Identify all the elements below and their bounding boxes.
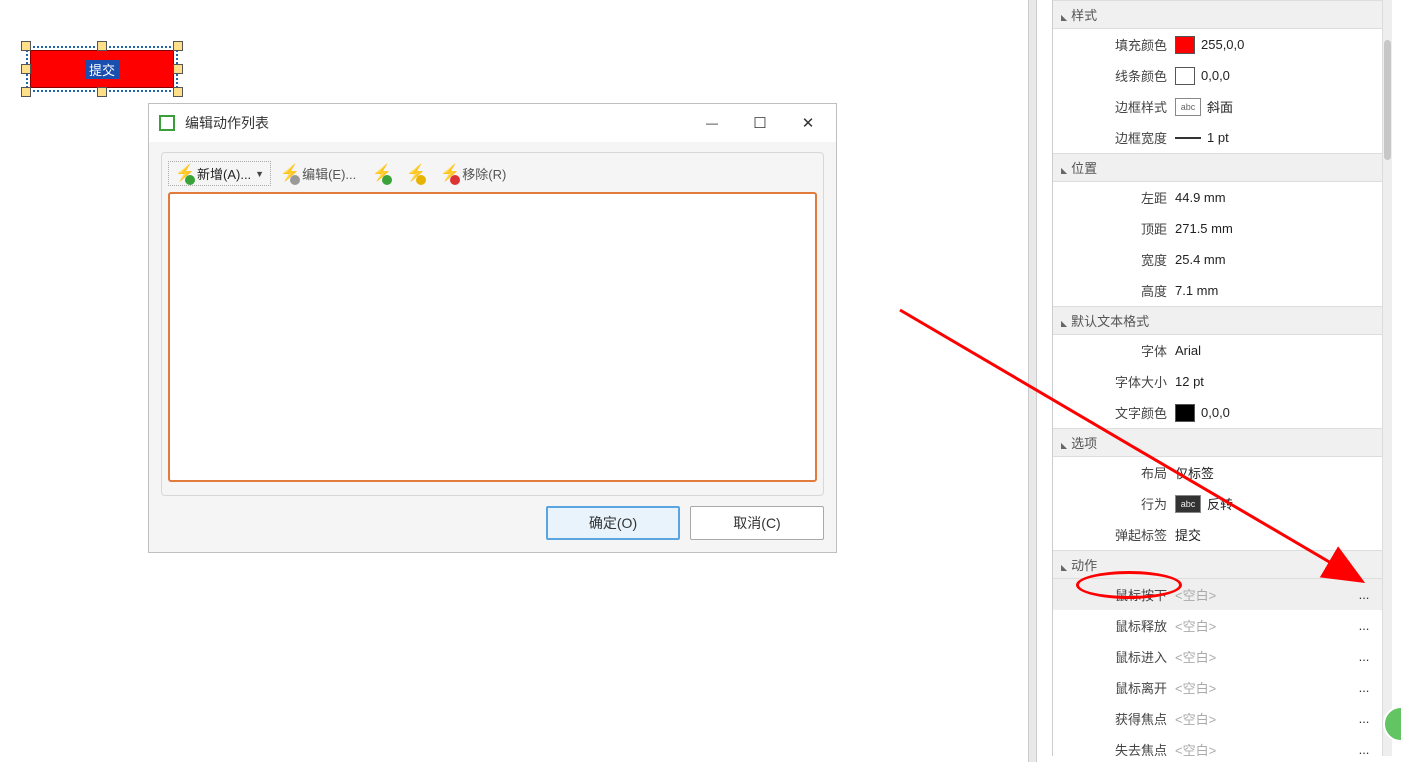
remove-action-button[interactable]: 移除(R)	[433, 161, 513, 186]
resize-handle-mr[interactable]	[173, 64, 183, 74]
bolt-down-icon	[406, 165, 424, 183]
bolt-add-icon	[175, 165, 193, 183]
prop-mousein[interactable]: 鼠标进入 <空白> ...	[1053, 641, 1392, 672]
resize-handle-br[interactable]	[173, 87, 183, 97]
prop-mouseup[interactable]: 鼠标释放 <空白> ...	[1053, 610, 1392, 641]
prop-focus[interactable]: 获得焦点 <空白> ...	[1053, 703, 1392, 734]
prop-up-label[interactable]: 弹起标签 提交	[1053, 519, 1392, 550]
prop-border-style[interactable]: 边框样式 abc斜面	[1053, 91, 1392, 122]
prop-font-size[interactable]: 字体大小 12 pt	[1053, 366, 1392, 397]
add-action-button[interactable]: 新增(A)... ▼	[168, 161, 271, 186]
resize-handle-bm[interactable]	[97, 87, 107, 97]
prop-left[interactable]: 左距 44.9 mm	[1053, 182, 1392, 213]
prop-height[interactable]: 高度 7.1 mm	[1053, 275, 1392, 306]
resize-handle-tr[interactable]	[173, 41, 183, 51]
cancel-button[interactable]: 取消(C)	[690, 506, 824, 540]
text-color-swatch[interactable]	[1175, 404, 1195, 422]
prop-layout[interactable]: 布局 仅标签	[1053, 457, 1392, 488]
prop-width[interactable]: 宽度 25.4 mm	[1053, 244, 1392, 275]
behavior-icon: abc	[1175, 495, 1201, 513]
prop-font-color[interactable]: 文字颜色 0,0,0	[1053, 397, 1392, 428]
line-width-icon	[1175, 137, 1201, 139]
move-down-button[interactable]	[399, 162, 431, 186]
mouseup-more-button[interactable]: ...	[1354, 618, 1374, 633]
prop-behavior[interactable]: 行为 abc反转	[1053, 488, 1392, 519]
dialog-toolbar: 新增(A)... ▼ 编辑(E)... 移除(R)	[168, 159, 817, 192]
edit-label: 编辑(E)...	[302, 164, 356, 183]
line-swatch[interactable]	[1175, 67, 1195, 85]
section-position[interactable]: 位置	[1053, 153, 1392, 182]
ok-button[interactable]: 确定(O)	[546, 506, 680, 540]
border-style-icon: abc	[1175, 98, 1201, 116]
fill-swatch[interactable]	[1175, 36, 1195, 54]
dialog-titlebar[interactable]: 编辑动作列表	[149, 104, 836, 142]
edit-action-button[interactable]: 编辑(E)...	[273, 161, 363, 186]
edit-actions-dialog: 编辑动作列表 新增(A)... ▼ 编辑(E)... 移除(R)	[148, 103, 837, 553]
actions-listbox[interactable]	[168, 192, 817, 482]
window-close-button[interactable]	[784, 108, 832, 138]
form-button-shape[interactable]: 提交	[30, 50, 174, 88]
window-maximize-button[interactable]	[736, 108, 784, 138]
resize-handle-tm[interactable]	[97, 41, 107, 51]
mousein-more-button[interactable]: ...	[1354, 649, 1374, 664]
section-style[interactable]: 样式	[1053, 0, 1392, 29]
selected-shape[interactable]: 提交	[26, 46, 178, 92]
bolt-remove-icon	[440, 165, 458, 183]
prop-mouseout[interactable]: 鼠标离开 <空白> ...	[1053, 672, 1392, 703]
bolt-up-icon	[372, 165, 390, 183]
section-actions[interactable]: 动作	[1053, 550, 1392, 579]
panel-scrollbar[interactable]	[1382, 0, 1392, 756]
ok-label: 确定(O)	[589, 513, 637, 533]
scrollbar-thumb[interactable]	[1384, 40, 1391, 160]
add-label: 新增(A)...	[197, 164, 251, 183]
blur-more-button[interactable]: ...	[1354, 742, 1374, 756]
section-options[interactable]: 选项	[1053, 428, 1392, 457]
bolt-edit-icon	[280, 165, 298, 183]
mousedown-more-button[interactable]: ...	[1354, 587, 1374, 602]
prop-blur[interactable]: 失去焦点 <空白> ...	[1053, 734, 1392, 756]
resize-handle-ml[interactable]	[21, 64, 31, 74]
resize-handle-tl[interactable]	[21, 41, 31, 51]
prop-line-color[interactable]: 线条颜色 0,0,0	[1053, 60, 1392, 91]
mouseout-more-button[interactable]: ...	[1354, 680, 1374, 695]
section-textfmt[interactable]: 默认文本格式	[1053, 306, 1392, 335]
dialog-title: 编辑动作列表	[185, 113, 688, 133]
prop-mousedown[interactable]: 鼠标按下 <空白> ...	[1053, 579, 1392, 610]
dialog-footer: 确定(O) 取消(C)	[546, 506, 824, 540]
move-up-button[interactable]	[365, 162, 397, 186]
form-button-label: 提交	[85, 60, 119, 79]
window-minimize-button[interactable]	[688, 108, 736, 138]
focus-more-button[interactable]: ...	[1354, 711, 1374, 726]
cancel-label: 取消(C)	[733, 513, 780, 533]
dialog-app-icon	[159, 115, 175, 131]
properties-panel: 样式 填充颜色 255,0,0 线条颜色 0,0,0 边框样式 abc斜面 边框…	[1052, 0, 1392, 756]
remove-label: 移除(R)	[462, 164, 506, 183]
prop-top[interactable]: 顶距 271.5 mm	[1053, 213, 1392, 244]
dialog-body: 新增(A)... ▼ 编辑(E)... 移除(R)	[161, 152, 824, 496]
prop-font[interactable]: 字体 Arial	[1053, 335, 1392, 366]
resize-handle-bl[interactable]	[21, 87, 31, 97]
prop-border-width[interactable]: 边框宽度 1 pt	[1053, 122, 1392, 153]
prop-fill-color[interactable]: 填充颜色 255,0,0	[1053, 29, 1392, 60]
dropdown-caret-icon: ▼	[255, 169, 264, 179]
